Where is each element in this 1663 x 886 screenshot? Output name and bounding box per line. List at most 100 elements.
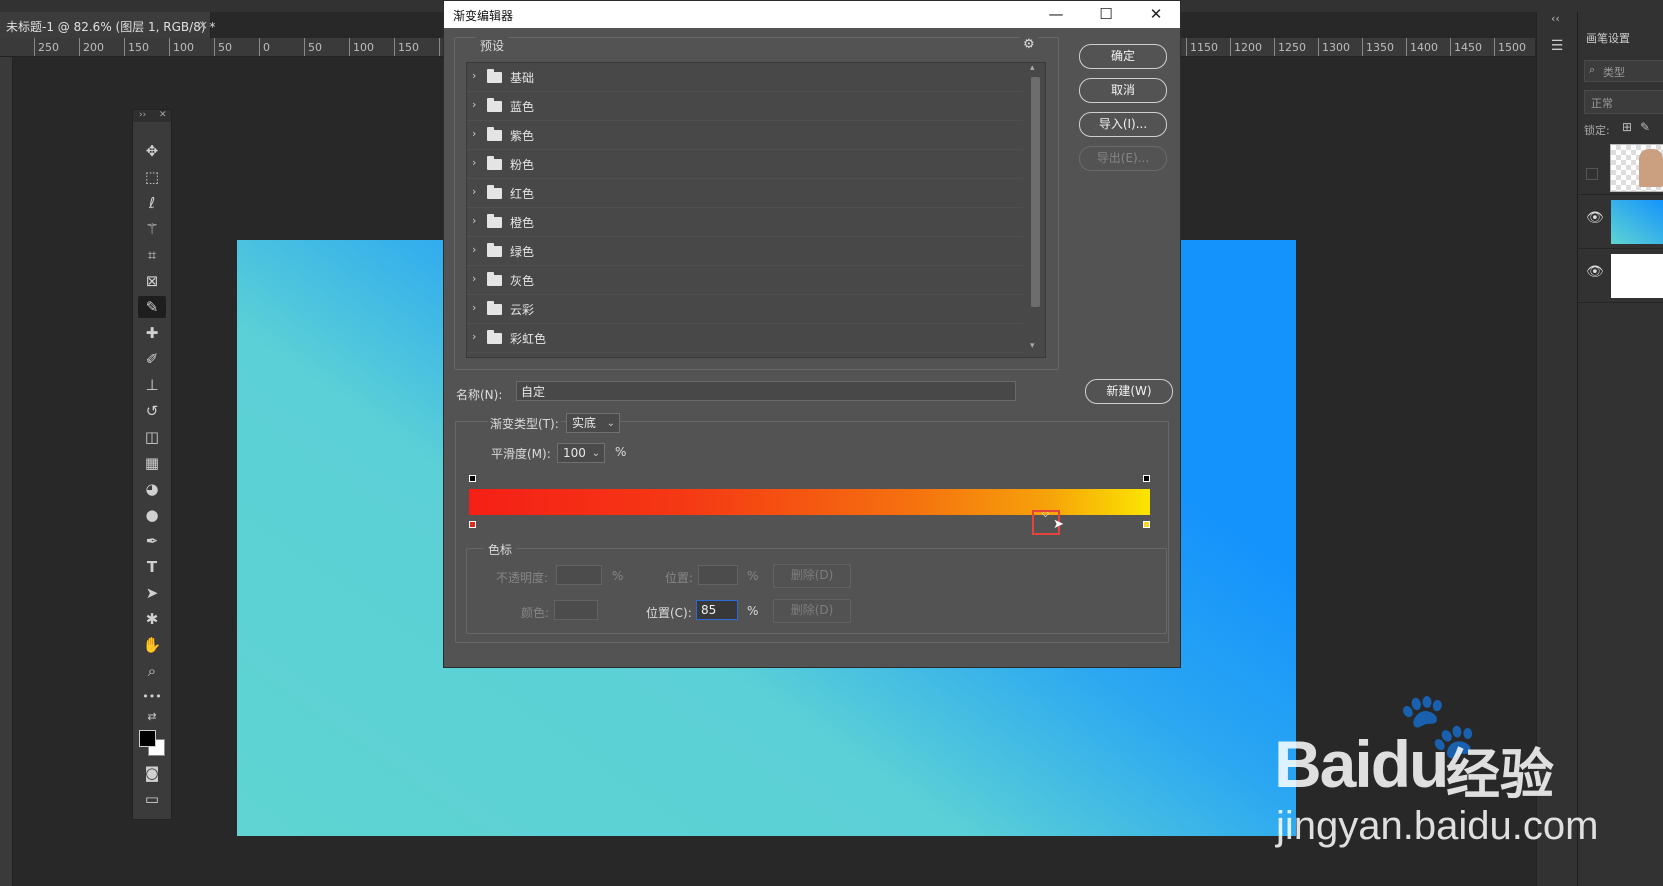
chevron-right-icon[interactable]: ›	[472, 127, 476, 140]
name-input[interactable]: 自定	[516, 381, 1016, 401]
frame-tool[interactable]: ⊠	[138, 270, 166, 292]
preset-folder[interactable]: › 粉色	[467, 150, 1023, 179]
pen-tool[interactable]: ✒	[138, 530, 166, 552]
export-button[interactable]: 导出(E)...	[1079, 146, 1167, 171]
layer-search[interactable]: ⌕ 类型	[1584, 60, 1663, 82]
move-tool[interactable]: ✥	[138, 140, 166, 162]
eyedropper-tool[interactable]: ✎	[138, 296, 166, 318]
eraser-tool[interactable]: ◫	[138, 426, 166, 448]
preset-folder[interactable]: › 红色	[467, 179, 1023, 208]
lock-transparency-icon[interactable]: ⊞	[1622, 120, 1632, 134]
search-icon: ⌕	[1589, 63, 1596, 76]
magic-wand-tool[interactable]: ⚚	[138, 218, 166, 240]
layer-row[interactable]	[1578, 140, 1663, 195]
close-button[interactable]: ✕	[1134, 1, 1178, 28]
layer-row[interactable]: 👁	[1578, 250, 1663, 303]
chevron-right-icon[interactable]: ›	[472, 98, 476, 111]
preset-scrollbar[interactable]: ▴ ▾	[1026, 63, 1044, 357]
lasso-tool[interactable]: ℓ	[138, 192, 166, 214]
type-icon: T	[146, 558, 158, 576]
collapse-icon[interactable]: ››	[139, 110, 146, 120]
color-swatch-field[interactable]	[554, 600, 598, 620]
eye-icon[interactable]: 👁	[1586, 210, 1604, 226]
close-tab-icon[interactable]: ×	[198, 18, 208, 32]
minimize-button[interactable]: —	[1034, 1, 1078, 28]
maximize-button[interactable]: ☐	[1084, 1, 1128, 28]
toolbar-grip[interactable]: ›› ✕	[133, 110, 171, 122]
opacity-field[interactable]	[556, 565, 602, 585]
preset-folder[interactable]: › 橙色	[467, 208, 1023, 237]
opacity-stop[interactable]	[469, 475, 476, 482]
properties-panel-icon[interactable]: ☰	[1545, 38, 1569, 60]
collapse-panels-icon[interactable]: ‹‹	[1551, 12, 1560, 25]
ok-button[interactable]: 确定	[1079, 44, 1167, 69]
color-delete-button[interactable]: 删除(D)	[773, 599, 851, 623]
gear-icon[interactable]: ⚙	[1020, 37, 1038, 52]
eye-icon[interactable]: 👁	[1586, 264, 1604, 280]
color-stop[interactable]	[469, 521, 476, 528]
tab-brush-settings[interactable]: 画笔设置	[1586, 30, 1630, 46]
scroll-down-icon[interactable]: ▾	[1030, 341, 1035, 351]
gradient-tool[interactable]: ▦	[138, 452, 166, 474]
chevron-right-icon[interactable]: ›	[472, 156, 476, 169]
clone-stamp-tool[interactable]: ⊥	[138, 374, 166, 396]
more-tools[interactable]: •••	[138, 686, 166, 708]
preset-folder[interactable]: › 彩虹色	[467, 324, 1023, 353]
foreground-color-swatch[interactable]	[139, 730, 156, 747]
zoom-tool[interactable]: ⌕	[138, 660, 166, 682]
crop-tool[interactable]: ⌗	[138, 244, 166, 266]
preset-folder[interactable]: › 紫色	[467, 121, 1023, 150]
ruler-tick: 1200	[1234, 41, 1262, 54]
brush-tool[interactable]: ✐	[138, 348, 166, 370]
lock-brush-icon[interactable]: ✎	[1640, 120, 1650, 134]
preset-folder[interactable]: › 绿色	[467, 237, 1023, 266]
type-tool[interactable]: T	[138, 556, 166, 578]
chevron-right-icon[interactable]: ›	[472, 185, 476, 198]
close-icon[interactable]: ✕	[159, 110, 167, 120]
smoothness-select[interactable]: 100 ⌄	[557, 443, 605, 463]
color-stop[interactable]	[1143, 521, 1150, 528]
quick-mask-tool[interactable]: ◙	[138, 762, 166, 784]
dodge-tool[interactable]: ●	[138, 504, 166, 526]
visibility-toggle[interactable]	[1586, 168, 1598, 180]
shape-tool[interactable]: ✱	[138, 608, 166, 630]
healing-brush-tool[interactable]: ✚	[138, 322, 166, 344]
opacity-location-field[interactable]	[698, 565, 738, 585]
preset-folder[interactable]: › 蓝色	[467, 92, 1023, 121]
ruler-tick: 0	[263, 41, 270, 54]
scroll-up-icon[interactable]: ▴	[1030, 63, 1035, 73]
dialog-title-bar[interactable]: 渐变编辑器 — ☐ ✕	[444, 1, 1180, 28]
preset-folder[interactable]: › 灰色	[467, 266, 1023, 295]
marquee-tool[interactable]: ⬚	[138, 166, 166, 188]
opacity-delete-button[interactable]: 删除(D)	[773, 564, 851, 588]
cancel-button[interactable]: 取消	[1079, 78, 1167, 103]
document-tab[interactable]: 未标题-1 @ 82.6% (图层 1, RGB/8) * ×	[0, 12, 215, 38]
preset-folder[interactable]: › 基础	[467, 63, 1023, 92]
document-tab-title[interactable]: 未标题-1 @ 82.6% (图层 1, RGB/8) *	[6, 18, 215, 35]
ruler-tick: 1250	[1278, 41, 1306, 54]
history-brush-tool[interactable]: ↺	[138, 400, 166, 422]
scroll-thumb[interactable]	[1031, 77, 1040, 307]
new-button[interactable]: 新建(W)	[1085, 379, 1173, 404]
chevron-right-icon[interactable]: ›	[472, 69, 476, 82]
color-swatches[interactable]	[139, 730, 165, 756]
screen-mode-tool[interactable]: ▭	[138, 788, 166, 810]
chevron-right-icon[interactable]: ›	[472, 214, 476, 227]
preset-list[interactable]: › 基础 › 蓝色 › 紫色 › 粉色 › 红色 › 橙色 › 绿色 › 灰色 › 云彩 › 彩虹色…	[466, 62, 1046, 358]
import-button[interactable]: 导入(I)...	[1079, 112, 1167, 137]
opacity-stop[interactable]	[1143, 475, 1150, 482]
blur-tool[interactable]: ◕	[138, 478, 166, 500]
chevron-right-icon[interactable]: ›	[472, 301, 476, 314]
chevron-right-icon[interactable]: ›	[472, 243, 476, 256]
color-location-input[interactable]: 85	[696, 600, 738, 620]
cursor-pointer-icon: ➤	[1053, 517, 1064, 532]
blend-mode-select[interactable]: 正常	[1584, 90, 1663, 114]
path-selection-tool[interactable]: ➤	[138, 582, 166, 604]
hand-tool[interactable]: ✋	[138, 634, 166, 656]
gradient-type-select[interactable]: 实底 ⌄	[566, 413, 620, 433]
preset-folder[interactable]: › 云彩	[467, 295, 1023, 324]
chevron-right-icon[interactable]: ›	[472, 330, 476, 343]
layer-row[interactable]: 👁	[1578, 196, 1663, 249]
swap-colors[interactable]: ⇄	[138, 710, 166, 724]
chevron-right-icon[interactable]: ›	[472, 272, 476, 285]
